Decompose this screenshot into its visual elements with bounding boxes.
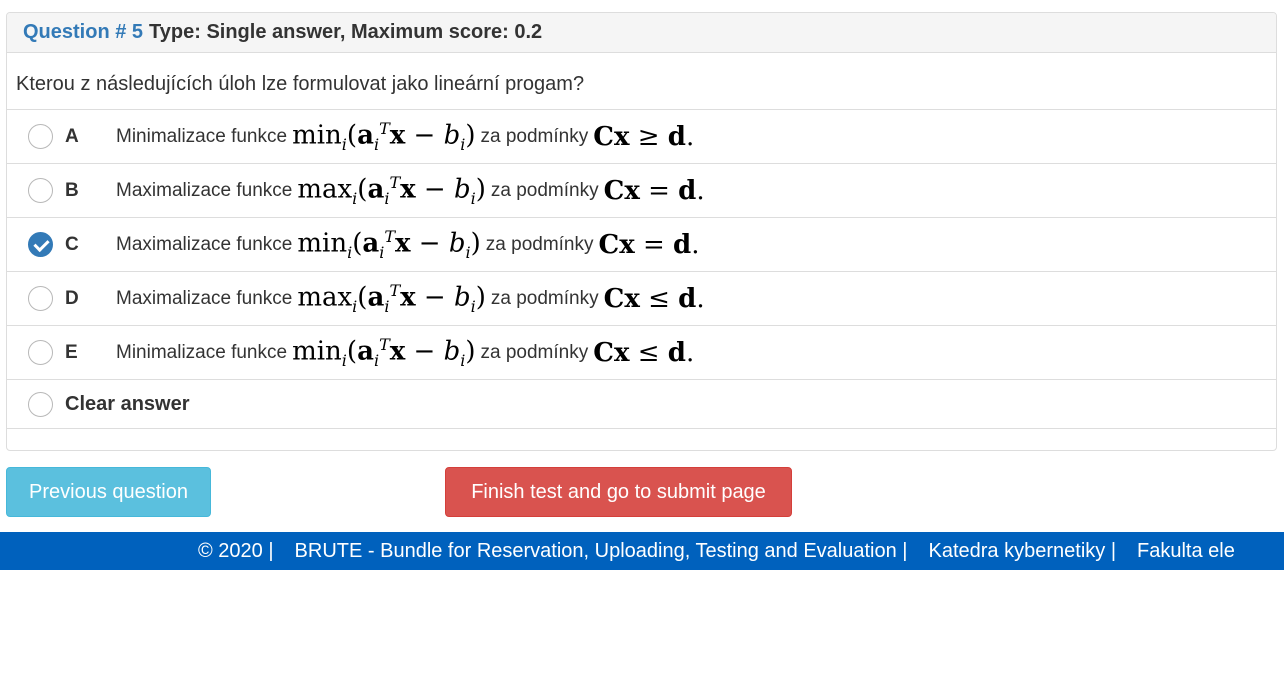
constraint-relation: ≥	[637, 121, 660, 152]
option-text: Minimalizace funkce mini(aiTx − bi) za p…	[116, 119, 699, 154]
option-c[interactable]: C Maximalizace funkce mini(aiTx − bi) za…	[7, 217, 1276, 271]
option-connector: za podmínky	[480, 125, 589, 147]
option-d-radio[interactable]	[28, 286, 53, 311]
option-letter: C	[65, 233, 79, 255]
option-connector: za podmínky	[490, 179, 599, 201]
option-formula: maxi(aiTx − bi)	[297, 173, 486, 208]
option-connector: za podmínky	[490, 287, 599, 309]
option-text: Maximalizace funkce maxi(aiTx − bi) za p…	[116, 281, 710, 316]
formula-function: min	[292, 336, 342, 367]
clear-answer-radio[interactable]	[28, 391, 53, 417]
option-a-radio[interactable]	[28, 124, 53, 149]
question-header: Question # 5 Type: Single answer, Maximu…	[7, 13, 1276, 53]
option-letter: E	[65, 341, 78, 363]
clear-answer-row[interactable]: Clear answer	[7, 379, 1276, 429]
formula-function: min	[297, 228, 348, 259]
option-formula: maxi(aiTx − bi)	[297, 281, 486, 316]
footer-department-link[interactable]: Katedra kybernetiky |	[929, 540, 1117, 563]
footer-bar: © 2020 | BRUTE - Bundle for Reservation,…	[0, 532, 1284, 570]
clear-answer-label: Clear answer	[65, 392, 190, 415]
option-b[interactable]: B Maximalizace funkce maxi(aiTx − bi) za…	[7, 163, 1276, 217]
option-prefix: Maximalizace funkce	[116, 179, 293, 201]
option-constraint: Cx = d.	[598, 229, 700, 260]
constraint-relation: ≤	[648, 283, 670, 314]
question-panel: Question # 5 Type: Single answer, Maximu…	[6, 12, 1277, 451]
option-d[interactable]: D Maximalizace funkce maxi(aiTx − bi) za…	[7, 271, 1276, 325]
option-formula: mini(aiTx − bi)	[292, 335, 476, 370]
question-type: Type: Single answer, Maximum score: 0.2	[149, 21, 543, 43]
formula-function: max	[297, 174, 353, 205]
constraint-relation: ≤	[637, 337, 660, 368]
footer-copyright: © 2020 |	[198, 539, 274, 562]
option-constraint: Cx ≤ d.	[593, 337, 695, 368]
option-prefix: Maximalizace funkce	[116, 287, 293, 309]
option-prefix: Minimalizace funkce	[116, 341, 288, 363]
option-prefix: Minimalizace funkce	[116, 125, 288, 147]
footer-app-link[interactable]: BRUTE - Bundle for Reservation, Uploadin…	[295, 540, 908, 563]
option-letter: B	[65, 179, 79, 201]
option-text: Minimalizace funkce mini(aiTx − bi) za p…	[116, 335, 699, 370]
option-text: Maximalizace funkce mini(aiTx − bi) za p…	[116, 227, 705, 262]
option-prefix: Maximalizace funkce	[116, 233, 293, 255]
answer-options: A Minimalizace funkce mini(aiTx − bi) za…	[7, 109, 1276, 429]
constraint-relation: =	[642, 229, 665, 260]
option-constraint: Cx ≥ d.	[593, 121, 695, 152]
option-connector: za podmínky	[485, 233, 594, 255]
option-formula: mini(aiTx − bi)	[297, 227, 481, 262]
option-e-radio[interactable]	[28, 340, 53, 365]
option-b-radio[interactable]	[28, 178, 53, 203]
option-letter: A	[65, 125, 79, 147]
question-text: Kterou z následujících úloh lze formulov…	[16, 73, 585, 95]
option-e[interactable]: E Minimalizace funkce mini(aiTx − bi) za…	[7, 325, 1276, 379]
option-a[interactable]: A Minimalizace funkce mini(aiTx − bi) za…	[7, 109, 1276, 163]
option-constraint: Cx = d.	[603, 175, 705, 206]
option-c-radio-checked[interactable]	[28, 232, 53, 257]
constraint-relation: =	[648, 175, 670, 206]
option-letter: D	[65, 287, 79, 309]
finish-test-button[interactable]: Finish test and go to submit page	[445, 467, 792, 517]
option-connector: za podmínky	[480, 341, 589, 363]
footer-faculty-link[interactable]: Fakulta ele	[1137, 540, 1235, 563]
option-text: Maximalizace funkce maxi(aiTx − bi) za p…	[116, 173, 710, 208]
option-formula: mini(aiTx − bi)	[292, 119, 476, 154]
previous-question-button[interactable]: Previous question	[6, 467, 211, 517]
formula-function: min	[292, 120, 342, 151]
option-constraint: Cx ≤ d.	[603, 283, 705, 314]
formula-function: max	[297, 282, 353, 313]
question-number: Question # 5	[23, 21, 144, 43]
